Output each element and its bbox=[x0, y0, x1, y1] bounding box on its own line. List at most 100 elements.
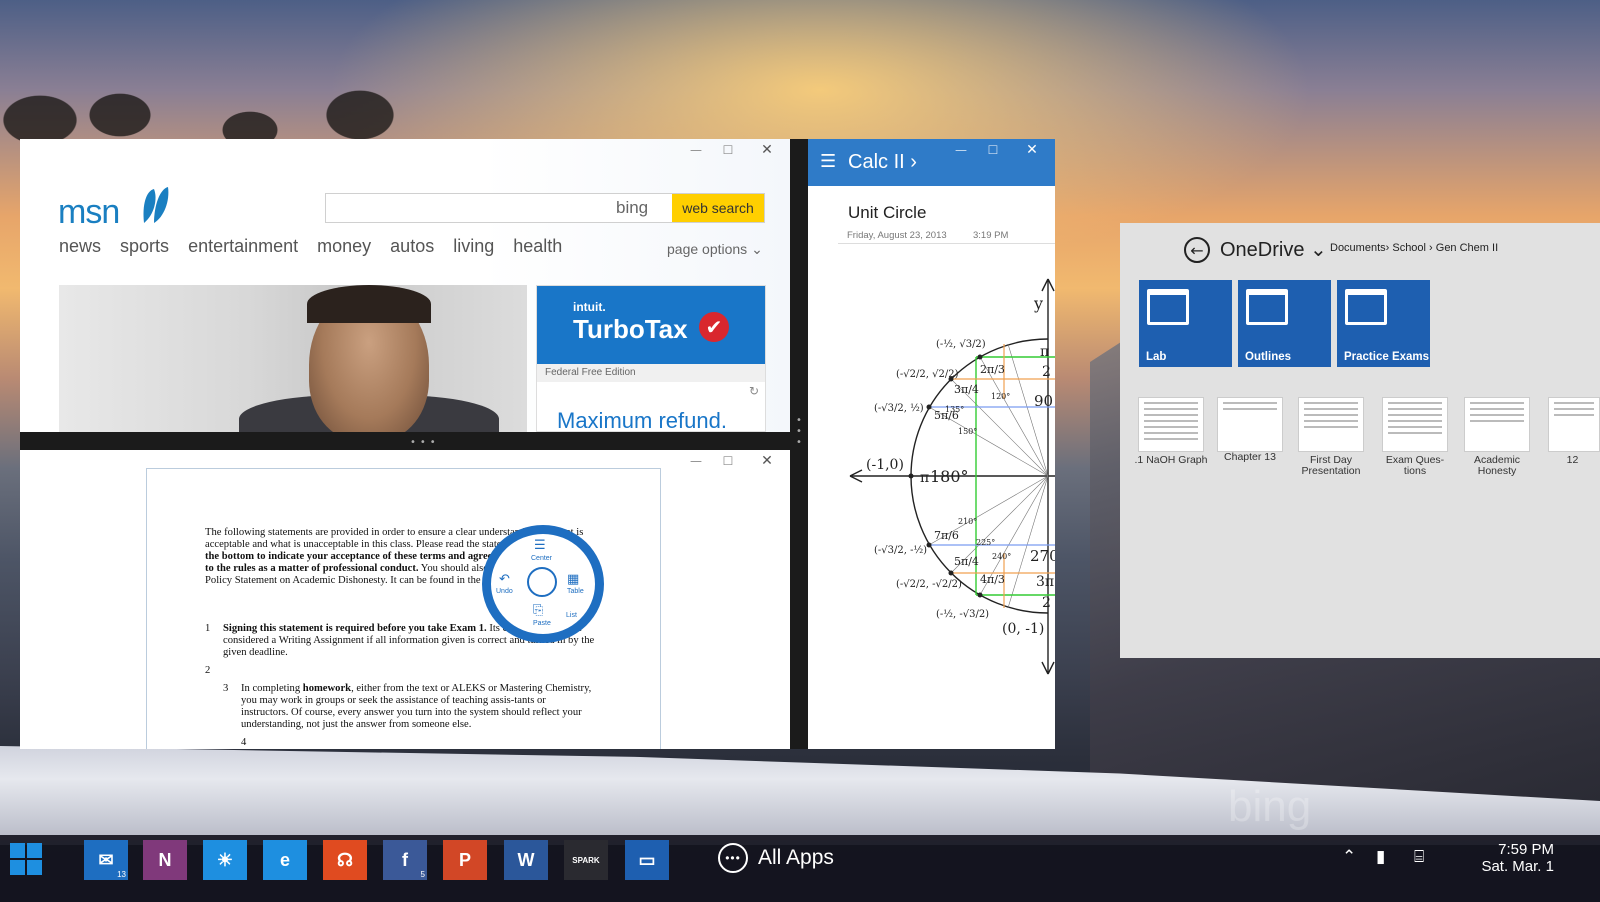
msn-logo[interactable]: msn bbox=[58, 193, 120, 232]
web-search-box[interactable]: bing web search bbox=[325, 193, 765, 223]
file-thumbnail[interactable] bbox=[1298, 397, 1364, 452]
deg-240-label: 240° bbox=[992, 552, 1011, 561]
folder-tile-outlines[interactable]: Outlines bbox=[1238, 280, 1331, 367]
file-thumbnail[interactable] bbox=[1382, 397, 1448, 452]
bing-logo: bing bbox=[616, 198, 649, 217]
taskbar-app-facebook[interactable]: f5 bbox=[383, 840, 427, 880]
close-button[interactable]: ✕ bbox=[744, 139, 790, 161]
paste-icon[interactable]: ⎘ bbox=[533, 603, 543, 618]
file-label[interactable]: Exam Ques-tions bbox=[1375, 455, 1455, 477]
undo-icon[interactable]: ↶ bbox=[499, 572, 510, 587]
close-button[interactable]: ✕ bbox=[744, 450, 790, 472]
page-options-menu[interactable]: page options ⌄ bbox=[667, 241, 763, 258]
onedrive-title[interactable]: OneDrive ⌄ bbox=[1220, 237, 1327, 262]
file-label[interactable]: 12 bbox=[1545, 455, 1600, 466]
taskbar-app-internet-explorer[interactable]: e bbox=[263, 840, 307, 880]
clock-date: Sat. Mar. 1 bbox=[1481, 858, 1554, 875]
breadcrumb[interactable]: Documents› School › Gen Chem II bbox=[1330, 242, 1498, 254]
notification-badge: 13 bbox=[117, 870, 126, 879]
onenote-calc-window[interactable]: ☰ Calc II › — ☐ ✕ Unit Circle Friday, Au… bbox=[808, 139, 1055, 749]
ad-banner: intuit. TurboTax ✔ bbox=[537, 286, 765, 364]
window-controls: — ☐ ✕ bbox=[945, 139, 1055, 161]
nav-living[interactable]: living bbox=[453, 236, 494, 257]
maximize-button[interactable]: ☐ bbox=[712, 139, 744, 161]
maximize-button[interactable]: ☐ bbox=[712, 450, 744, 472]
radial-menu[interactable]: ☰ Center ↶ Undo ▦ Table ⎘ Paste List bbox=[482, 525, 604, 643]
nav-autos[interactable]: autos bbox=[390, 236, 434, 257]
taskbar-app-powerpoint[interactable]: P bbox=[443, 840, 487, 880]
folder-label: Outlines bbox=[1245, 351, 1292, 363]
start-windows-icon[interactable] bbox=[10, 843, 42, 875]
horizontal-split-handle[interactable]: ••• bbox=[20, 432, 790, 450]
minimize-button[interactable]: — bbox=[945, 139, 977, 161]
onedrive-window[interactable]: ← OneDrive ⌄ Documents› School › Gen Che… bbox=[1120, 223, 1600, 658]
document-item-3[interactable]: In completing homework, either from the … bbox=[241, 683, 595, 731]
folder-tile-lab[interactable]: Lab bbox=[1139, 280, 1232, 367]
taskbar-app-word[interactable]: W bbox=[504, 840, 548, 880]
minimize-button[interactable]: — bbox=[680, 139, 712, 161]
msn-browser-window[interactable]: — ☐ ✕ msn bing web search news sports en… bbox=[20, 139, 790, 432]
checkmark-icon: ✔ bbox=[699, 312, 729, 342]
close-button[interactable]: ✕ bbox=[1009, 139, 1055, 161]
notebook-title[interactable]: Calc II › bbox=[848, 151, 917, 174]
coord-225: (-√2/2, -√2/2) bbox=[896, 579, 962, 590]
system-clock[interactable]: 7:59 PM Sat. Mar. 1 bbox=[1481, 841, 1554, 875]
file-thumbnail[interactable] bbox=[1138, 397, 1204, 452]
deg-120-label: 120° bbox=[991, 392, 1010, 401]
msn-nav: news sports entertainment money autos li… bbox=[59, 236, 562, 257]
taskbar-app-music[interactable]: ☊ bbox=[323, 840, 367, 880]
music-icon: ☊ bbox=[337, 849, 353, 870]
file-thumbnail[interactable] bbox=[1217, 397, 1283, 452]
taskbar-app-mail[interactable]: ✉ 13 bbox=[84, 840, 128, 880]
folder-tile-practice-exams[interactable]: Practice Exams bbox=[1337, 280, 1430, 367]
page-title[interactable]: Unit Circle bbox=[848, 203, 926, 223]
spark-icon: SPARK bbox=[572, 855, 600, 865]
folder-icon bbox=[1246, 289, 1288, 325]
radial-center-button[interactable] bbox=[527, 567, 557, 597]
chevron-up-icon[interactable]: ⌃ bbox=[1342, 847, 1356, 867]
maximize-button[interactable]: ☐ bbox=[977, 139, 1009, 161]
file-label[interactable]: Academic Honesty bbox=[1457, 455, 1537, 477]
nav-sports[interactable]: sports bbox=[120, 236, 169, 257]
nav-health[interactable]: health bbox=[513, 236, 562, 257]
nav-entertainment[interactable]: entertainment bbox=[188, 236, 298, 257]
center-align-icon[interactable]: ☰ bbox=[534, 538, 546, 553]
list-number: 3 bbox=[223, 683, 229, 694]
folder-label: Practice Exams bbox=[1344, 351, 1430, 363]
file-label[interactable]: First Day Presentation bbox=[1291, 455, 1371, 477]
label-3pi-right: 3π bbox=[1036, 574, 1054, 590]
web-search-button[interactable]: web search bbox=[672, 194, 764, 222]
minimize-button[interactable]: — bbox=[680, 450, 712, 472]
frac-5pi-6: 5π/6 bbox=[934, 409, 959, 422]
unit-circle-drawing[interactable]: y (-1,0) π 180° (0, -1) 120° 135° 150° 2… bbox=[808, 269, 1055, 689]
refresh-icon[interactable]: ↻ bbox=[749, 384, 759, 398]
turbotax-ad[interactable]: intuit. TurboTax ✔ Federal Free Edition … bbox=[536, 285, 766, 432]
file-thumbnail[interactable] bbox=[1464, 397, 1530, 452]
taskbar-app-weather[interactable]: ☀ bbox=[203, 840, 247, 880]
nav-news[interactable]: news bbox=[59, 236, 101, 257]
network-icon[interactable]: ⌸ bbox=[1414, 847, 1424, 867]
mail-icon: ✉ bbox=[98, 849, 114, 870]
file-thumbnail[interactable] bbox=[1548, 397, 1600, 452]
deg-210-label: 210° bbox=[958, 517, 977, 526]
clock-time: 7:59 PM bbox=[1498, 841, 1554, 858]
file-label[interactable]: Chapter 13 bbox=[1210, 452, 1290, 463]
onenote-icon: N bbox=[158, 849, 172, 870]
taskbar-app-onedrive[interactable]: ▭ bbox=[625, 840, 669, 880]
list-number: 1 bbox=[205, 623, 211, 634]
battery-icon[interactable]: ▮ bbox=[1376, 847, 1385, 867]
taskbar-app-onenote[interactable]: N bbox=[143, 840, 187, 880]
table-icon[interactable]: ▦ bbox=[567, 572, 579, 587]
all-apps-button[interactable]: ••• All Apps bbox=[718, 843, 834, 873]
hamburger-menu-icon[interactable]: ☰ bbox=[820, 151, 836, 172]
file-label[interactable]: .1 NaOH Graph bbox=[1131, 455, 1211, 466]
taskbar-app-spark[interactable]: SPARK bbox=[564, 840, 608, 880]
hero-news-image[interactable] bbox=[59, 285, 527, 432]
back-arrow-icon[interactable]: ← bbox=[1184, 237, 1210, 263]
deg-180-label: 180° bbox=[930, 467, 969, 486]
nav-money[interactable]: money bbox=[317, 236, 371, 257]
vertical-split-handle[interactable]: • • • bbox=[790, 139, 808, 749]
word-document-window[interactable]: — ☐ ✕ The following statements are provi… bbox=[20, 450, 790, 749]
radial-label-paste: Paste bbox=[533, 620, 551, 627]
item1-bold: Signing this statement is required befor… bbox=[223, 623, 487, 634]
